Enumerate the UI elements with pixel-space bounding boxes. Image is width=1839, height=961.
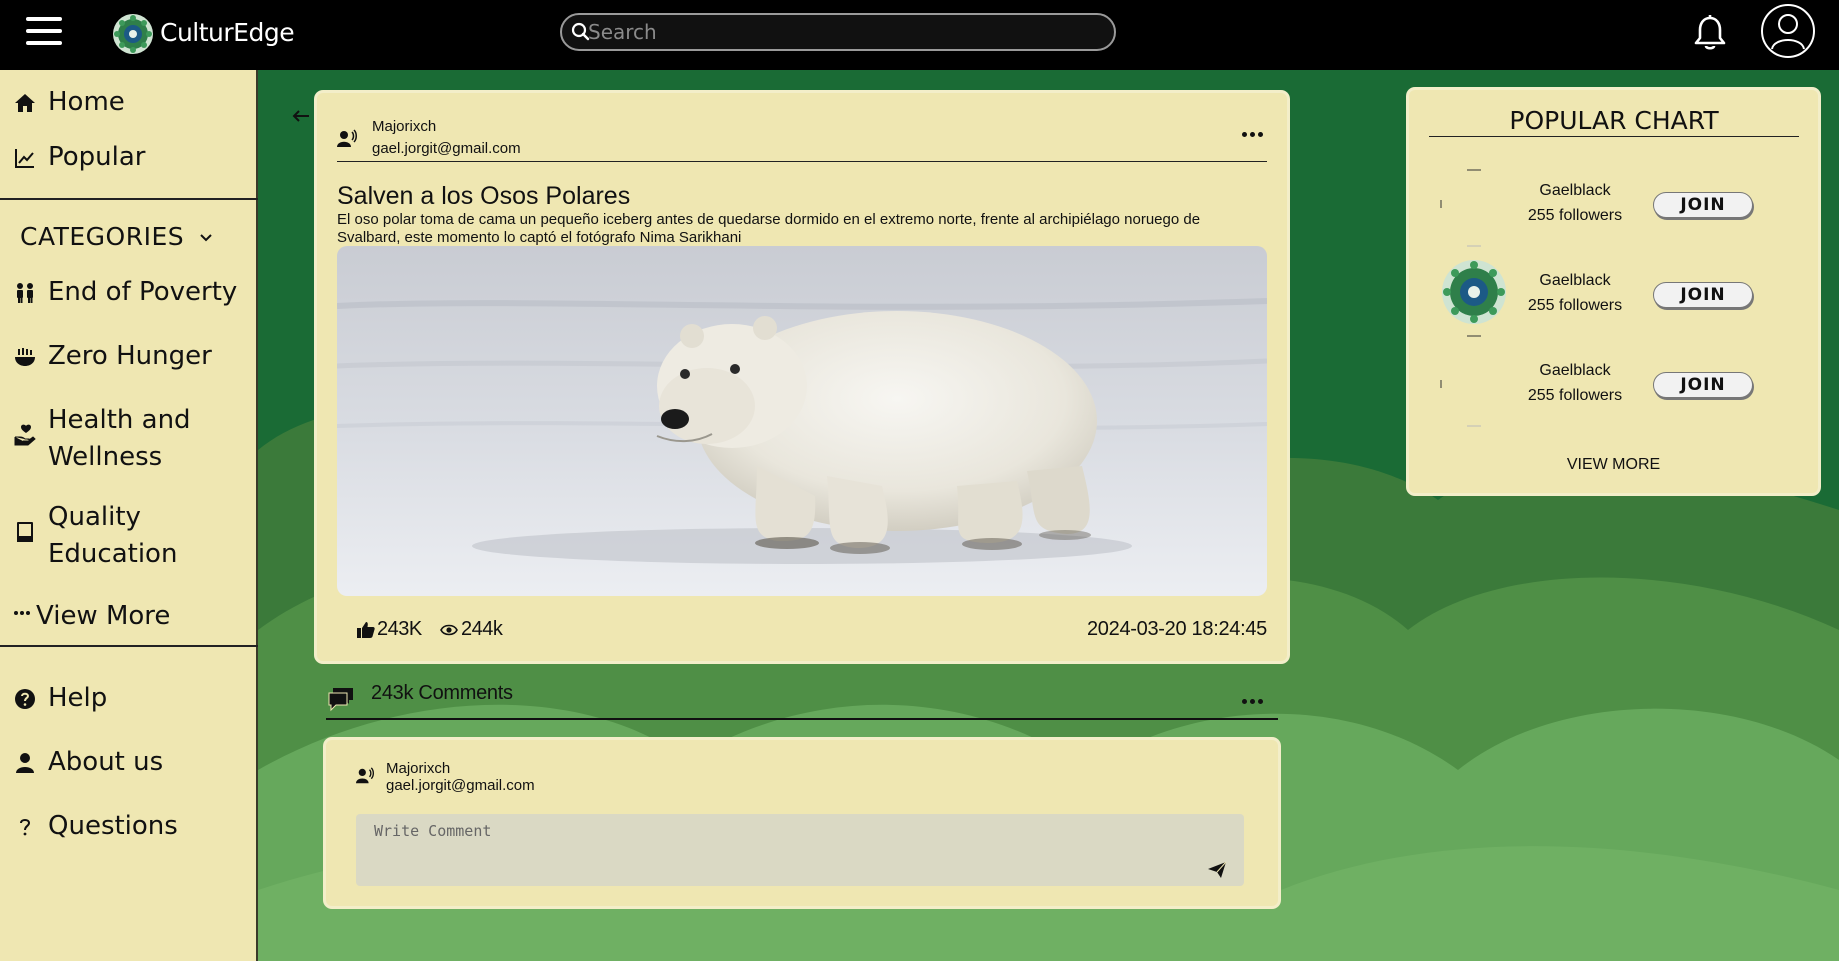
sidebar-divider (0, 645, 258, 647)
sidebar-item-label: Home (48, 87, 125, 117)
likes-count: 243K (377, 618, 422, 640)
sidebar-item-view-more[interactable]: View More (14, 598, 170, 635)
post-author-name[interactable]: Majorixch (372, 118, 436, 135)
comments-options-icon[interactable] (1237, 686, 1267, 716)
sidebar-item-popular[interactable]: Popular (14, 139, 146, 176)
speaker-icon (356, 767, 374, 784)
comments-count: 243k Comments (371, 682, 513, 704)
sidebar-item-label: About us (48, 747, 164, 777)
post-description: El oso polar toma de cama un pequeño ice… (337, 211, 1201, 246)
sidebar-item-label: Help (48, 683, 108, 713)
sidebar-item-end-of-poverty[interactable]: End of Poverty (14, 274, 237, 311)
post-title: Salven a los Osos Polares (337, 182, 631, 210)
community-avatar[interactable] (1439, 348, 1509, 428)
bell-icon[interactable] (1692, 14, 1728, 52)
speaker-icon (337, 129, 357, 147)
back-arrow-icon[interactable] (290, 105, 312, 127)
view-more-link[interactable]: VIEW MORE (1409, 456, 1818, 474)
sidebar-item-label: Zero Hunger (48, 341, 212, 371)
views-count: 244k (461, 618, 503, 640)
post-card: Majorixch gael.jorgit@gmail.com Salven a… (317, 93, 1287, 661)
question-circle-icon (15, 689, 35, 709)
user-avatar-icon[interactable] (1760, 3, 1816, 59)
question-icon (20, 819, 31, 836)
culturedge-logo (113, 14, 153, 54)
polar-bear-image (337, 246, 1267, 596)
post-options-icon[interactable] (1237, 119, 1267, 149)
people-icon (17, 283, 33, 303)
sidebar-item-quality-education[interactable]: Quality Education (14, 499, 177, 573)
join-button[interactable]: JOIN (1653, 192, 1753, 218)
comments-icon (328, 688, 353, 712)
search-input[interactable] (588, 19, 1098, 45)
community-name: Gaelblack (1539, 182, 1611, 199)
sidebar-item-label: Health and Wellness (48, 405, 191, 472)
top-bar: CulturEdge (0, 0, 1839, 70)
join-button[interactable]: JOIN (1653, 372, 1753, 398)
sidebar-item-label: End of Poverty (48, 277, 238, 307)
community-followers: 255 followers (1527, 207, 1623, 224)
ellipsis-icon (14, 611, 30, 615)
sidebar-item-help[interactable]: Help (14, 680, 107, 717)
comment-input[interactable] (356, 814, 1244, 886)
community-name: Gaelblack (1539, 272, 1611, 289)
sidebar-item-zero-hunger[interactable]: Zero Hunger (14, 338, 212, 375)
sidebar-item-questions[interactable]: Questions (14, 808, 178, 845)
thumbs-up-icon (357, 621, 375, 638)
post-author-email: gael.jorgit@gmail.com (372, 140, 521, 157)
send-icon[interactable] (1207, 860, 1227, 880)
post-divider (337, 161, 1267, 162)
person-icon (16, 753, 34, 773)
chevron-down-icon (200, 233, 212, 241)
search-bar[interactable] (560, 13, 1116, 51)
popular-chart-divider (1429, 136, 1799, 137)
sidebar-divider (0, 198, 258, 200)
popular-chart-title: POPULAR CHART (1509, 106, 1719, 135)
home-icon (15, 94, 35, 112)
popular-chart-item: Gaelblack 255 followers JOIN (1409, 346, 1818, 430)
sidebar-item-label: View More (36, 601, 171, 631)
brand-name: CulturEdge (160, 18, 295, 47)
likes-stat[interactable]: 243K (357, 618, 422, 641)
sidebar-item-label: Questions (48, 811, 178, 841)
chart-icon (15, 149, 34, 168)
search-icon (571, 22, 590, 41)
post-date: 2024-03-20 18:24:45 (1086, 618, 1267, 640)
bowl-icon (15, 348, 35, 366)
views-stat: 244k (440, 618, 503, 641)
comment-box: Majorixch gael.jorgit@gmail.com (326, 740, 1278, 906)
community-followers: 255 followers (1527, 297, 1623, 314)
sidebar-item-label: Quality Education (48, 502, 178, 569)
join-button[interactable]: JOIN (1653, 282, 1753, 308)
book-icon (17, 522, 33, 542)
sidebar-item-label: Popular (48, 142, 146, 172)
popular-chart-item: Gaelblack 255 followers JOIN (1409, 166, 1818, 250)
comments-header: 243k Comments (326, 678, 1278, 720)
comment-author-name: Majorixch (386, 760, 451, 777)
popular-chart-panel: POPULAR CHART Gaelblack 255 followers JO… (1409, 90, 1818, 493)
hand-heart-icon (14, 424, 36, 446)
popular-chart-item: Gaelblack 255 followers JOIN (1409, 256, 1818, 340)
community-name: Gaelblack (1539, 362, 1611, 379)
eye-icon (440, 624, 458, 635)
categories-toggle[interactable]: CATEGORIES (20, 222, 214, 251)
hamburger-menu-icon[interactable] (26, 17, 62, 47)
community-avatar[interactable] (1439, 258, 1509, 338)
community-avatar[interactable] (1439, 168, 1509, 248)
community-followers: 255 followers (1527, 387, 1623, 404)
categories-title: CATEGORIES (20, 222, 185, 251)
sidebar-item-home[interactable]: Home (14, 84, 125, 121)
sidebar-item-health-and-wellness[interactable]: Health and Wellness (14, 402, 191, 476)
sidebar-item-about-us[interactable]: About us (14, 744, 163, 781)
comment-author-email: gael.jorgit@gmail.com (386, 777, 535, 794)
sidebar: Home Popular CATEGORIES End of Poverty Z… (0, 70, 258, 961)
